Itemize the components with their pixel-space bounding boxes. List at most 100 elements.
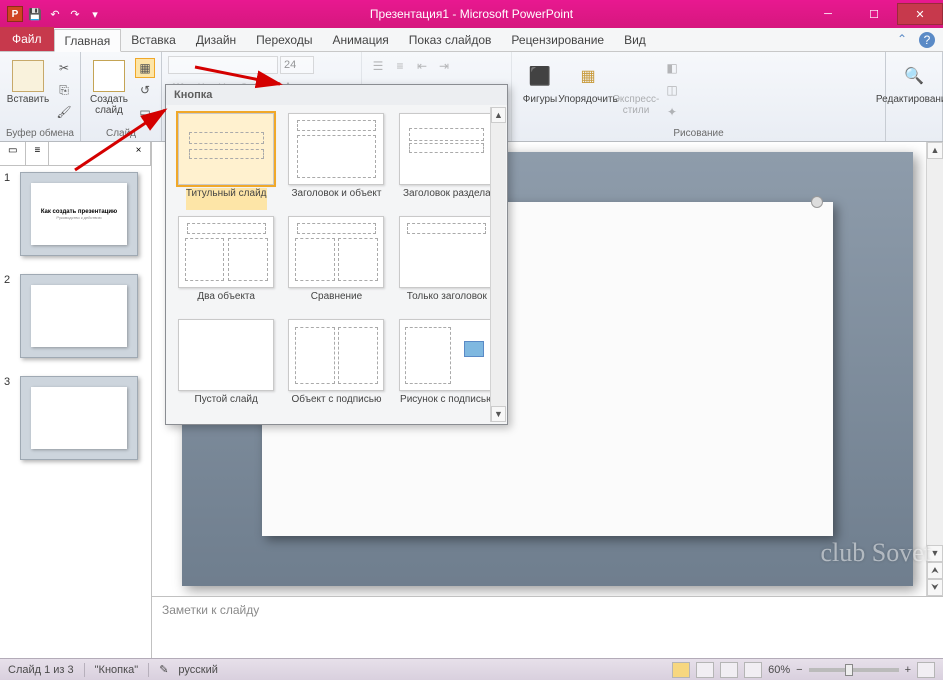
indent-dec-icon[interactable]: ⇤ xyxy=(412,56,432,76)
maximize-button[interactable]: ☐ xyxy=(851,3,897,25)
scroll-up-icon[interactable]: ▲ xyxy=(491,107,506,123)
layout-title-slide[interactable]: Титульный слайд xyxy=(174,113,278,210)
minimize-ribbon-icon[interactable]: ⌃ xyxy=(897,32,913,48)
zoom-slider[interactable] xyxy=(809,668,899,672)
paste-icon xyxy=(12,60,44,92)
layout-gallery-header: Кнопка xyxy=(166,85,507,105)
bullets-icon[interactable]: ☰ xyxy=(368,56,388,76)
fit-window-button[interactable] xyxy=(917,662,935,678)
tab-animation[interactable]: Анимация xyxy=(322,28,398,51)
ribbon-tabs: Файл Главная Вставка Дизайн Переходы Ани… xyxy=(0,28,943,52)
shape-effects-icon[interactable]: ✦ xyxy=(662,102,682,122)
undo-icon[interactable]: ↶ xyxy=(46,5,64,23)
thumbnails-tab[interactable]: ▭ xyxy=(0,142,26,165)
layout-content-caption[interactable]: Объект с подписью xyxy=(284,319,388,416)
shapes-button[interactable]: ⬛ Фигуры xyxy=(518,56,562,127)
slide-thumb-2[interactable]: 2 xyxy=(4,274,147,358)
watermark: club Sovet xyxy=(821,538,932,568)
group-label-slides: Слайд xyxy=(87,127,155,139)
layout-picture-caption[interactable]: Рисунок с подписью xyxy=(395,319,499,416)
styles-icon xyxy=(620,60,652,92)
tab-slideshow[interactable]: Показ слайдов xyxy=(399,28,502,51)
language-indicator[interactable]: русский xyxy=(178,664,217,676)
layout-title-content[interactable]: Заголовок и объект xyxy=(284,113,388,210)
section-icon[interactable]: ▭ xyxy=(135,102,155,122)
layout-dropdown-icon[interactable]: ▦ xyxy=(135,58,155,78)
close-pane-button[interactable]: × xyxy=(127,142,151,165)
slideshow-view-button[interactable] xyxy=(744,662,762,678)
tab-home[interactable]: Главная xyxy=(54,29,122,52)
zoom-value[interactable]: 60% xyxy=(768,664,790,676)
layout-blank[interactable]: Пустой слайд xyxy=(174,319,278,416)
thumbnail-tabs: ▭ ≡ × xyxy=(0,142,151,166)
font-size-combo[interactable]: 24 xyxy=(280,56,314,74)
layout-gallery-popup: Кнопка Титульный слайд Заголовок и объек… xyxy=(165,84,508,425)
pin-icon xyxy=(811,196,823,208)
reset-slide-icon[interactable]: ↺ xyxy=(135,80,155,100)
tab-file[interactable]: Файл xyxy=(0,27,54,51)
arrange-button[interactable]: ▦ Упорядочить xyxy=(566,56,610,127)
zoom-in-button[interactable]: + xyxy=(905,664,911,676)
slide-thumbnail-pane: ▭ ≡ × 1 Как создать презентациюРуководст… xyxy=(0,142,152,658)
group-label-clipboard: Буфер обмена xyxy=(6,127,74,139)
tab-review[interactable]: Рецензирование xyxy=(501,28,614,51)
slide-thumb-1[interactable]: 1 Как создать презентациюРуководство к д… xyxy=(4,172,147,256)
help-icon[interactable]: ? xyxy=(919,32,935,48)
spellcheck-icon[interactable]: ✎ xyxy=(159,663,168,676)
shape-outline-icon[interactable]: ◫ xyxy=(662,80,682,100)
vertical-scrollbar[interactable]: ▲ ▼ ⮝ ⮟ xyxy=(926,142,943,596)
tab-design[interactable]: Дизайн xyxy=(186,28,246,51)
app-icon[interactable]: P xyxy=(6,5,24,23)
quick-access-toolbar: P 💾 ↶ ↷ ▾ xyxy=(0,5,104,23)
new-slide-icon xyxy=(93,60,125,92)
sorter-view-button[interactable] xyxy=(696,662,714,678)
group-label-drawing: Рисование xyxy=(518,127,879,139)
ribbon-group-drawing: ⬛ Фигуры ▦ Упорядочить Экспресс-стили ◧ … xyxy=(512,52,886,141)
shape-fill-icon[interactable]: ◧ xyxy=(662,58,682,78)
save-icon[interactable]: 💾 xyxy=(26,5,44,23)
group-label-editing xyxy=(892,138,936,139)
redo-icon[interactable]: ↷ xyxy=(66,5,84,23)
font-combo[interactable] xyxy=(168,56,278,74)
next-slide-icon[interactable]: ⮟ xyxy=(927,579,943,596)
layout-scrollbar[interactable]: ▲ ▼ xyxy=(490,107,506,422)
notes-pane[interactable]: Заметки к слайду xyxy=(152,596,943,658)
format-painter-icon[interactable]: 🖌 xyxy=(54,102,74,122)
tab-view[interactable]: Вид xyxy=(614,28,656,51)
window-title: Презентация1 - Microsoft PowerPoint xyxy=(370,7,573,21)
outline-tab[interactable]: ≡ xyxy=(26,142,49,165)
new-slide-button[interactable]: Создать слайд xyxy=(87,56,131,127)
copy-icon[interactable]: ⎘ xyxy=(54,80,74,100)
ribbon-group-editing: 🔍 Редактирование xyxy=(886,52,943,141)
cut-icon[interactable]: ✂ xyxy=(54,58,74,78)
layout-section-header[interactable]: Заголовок раздела xyxy=(395,113,499,210)
paste-button[interactable]: Вставить xyxy=(6,56,50,127)
ribbon-group-slides: Создать слайд ▦ ↺ ▭ Слайд xyxy=(81,52,162,141)
ribbon-help: ⌃ ? xyxy=(897,32,935,48)
indent-inc-icon[interactable]: ⇥ xyxy=(434,56,454,76)
scroll-up-icon[interactable]: ▲ xyxy=(927,142,943,159)
binoculars-icon: 🔍 xyxy=(898,60,930,92)
close-button[interactable]: ✕ xyxy=(897,3,943,25)
layout-comparison[interactable]: Сравнение xyxy=(284,216,388,313)
find-button[interactable]: 🔍 Редактирование xyxy=(892,56,936,138)
normal-view-button[interactable] xyxy=(672,662,690,678)
layout-two-content[interactable]: Два объекта xyxy=(174,216,278,313)
status-bar: Слайд 1 из 3 "Кнопка" ✎ русский 60% − + xyxy=(0,658,943,680)
qat-dropdown-icon[interactable]: ▾ xyxy=(86,5,104,23)
zoom-out-button[interactable]: − xyxy=(796,664,802,676)
title-bar: P 💾 ↶ ↷ ▾ Презентация1 - Microsoft Power… xyxy=(0,0,943,28)
window-controls: ─ ☐ ✕ xyxy=(805,3,943,25)
tab-insert[interactable]: Вставка xyxy=(121,28,186,51)
quick-styles-button[interactable]: Экспресс-стили xyxy=(614,56,658,127)
slide-thumb-3[interactable]: 3 xyxy=(4,376,147,460)
minimize-button[interactable]: ─ xyxy=(805,3,851,25)
scroll-down-icon[interactable]: ▼ xyxy=(491,406,506,422)
layout-title-only[interactable]: Только заголовок xyxy=(395,216,499,313)
slide-counter: Слайд 1 из 3 xyxy=(8,664,74,676)
numbering-icon[interactable]: ≡ xyxy=(390,56,410,76)
arrange-icon: ▦ xyxy=(572,60,604,92)
theme-name: "Кнопка" xyxy=(95,664,139,676)
tab-transitions[interactable]: Переходы xyxy=(246,28,322,51)
reading-view-button[interactable] xyxy=(720,662,738,678)
